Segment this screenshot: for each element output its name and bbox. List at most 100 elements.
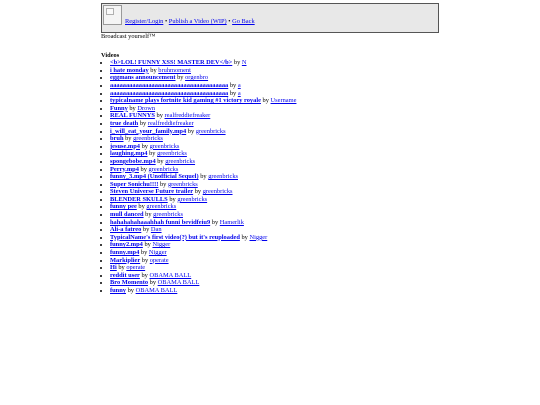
video-list-item: hahahahahaaahhah funni bevidfeiu9 by Ham…: [110, 219, 439, 227]
video-title-link[interactable]: aaaaaaaaaaaaaaaaaaaaaaaaaaaaaaaaaaaaa: [110, 82, 228, 89]
video-list-item: Funny by Drown: [110, 105, 439, 113]
video-title-link[interactable]: Hi: [110, 264, 117, 271]
video-title-link[interactable]: Funny: [110, 105, 128, 112]
video-author-link[interactable]: Nigger: [152, 241, 170, 248]
video-author-link[interactable]: greenbricks: [177, 196, 207, 203]
video-title-link[interactable]: Steven Universe Future trailer: [110, 188, 193, 195]
video-list-item: BLENDER SKULLS by greenbricks: [110, 196, 439, 204]
video-author-link[interactable]: orgenbro: [185, 74, 208, 81]
by-label: by: [139, 249, 149, 257]
video-list-item: aaaaaaaaaaaaaaaaaaaaaaaaaaaaaaaaaaaaa by…: [110, 90, 439, 98]
video-author-link[interactable]: Hamerlik: [220, 219, 244, 226]
video-title-link[interactable]: Super Sonichu!!!!: [110, 181, 158, 188]
video-author-link[interactable]: Nigger: [149, 249, 167, 256]
video-author-link[interactable]: OBAMA BALL: [149, 272, 191, 279]
video-author-link[interactable]: greenbricks: [146, 203, 176, 210]
video-title-link[interactable]: jesuse.mp4: [110, 143, 140, 150]
by-label: by: [193, 188, 203, 196]
video-title-link[interactable]: Perry.mp4: [110, 166, 139, 173]
video-list-item: <b>LOL! FUNNY XSS! MASTER DEV</b> by N: [110, 59, 439, 67]
video-author-link[interactable]: Dan: [151, 226, 162, 233]
video-author-link[interactable]: greenbricks: [150, 143, 180, 150]
video-author-link[interactable]: bruhmoment: [158, 67, 191, 74]
video-title-link[interactable]: TypicalName's first video(?) but it's re…: [110, 234, 240, 241]
by-label: by: [142, 241, 153, 249]
video-title-link[interactable]: Markiplier: [110, 257, 140, 264]
video-author-link[interactable]: greenbricks: [208, 173, 238, 180]
by-label: by: [158, 180, 168, 188]
by-label: by: [126, 287, 136, 294]
video-list-item: typicalname plays fortnite kid gaming #1…: [110, 97, 439, 105]
video-author-link[interactable]: realfreddiefreaker: [148, 120, 194, 127]
video-title-link[interactable]: i hate monday: [110, 67, 149, 74]
video-author-link[interactable]: greenbricks: [196, 128, 226, 135]
video-author-link[interactable]: realfreddiefreaker: [165, 112, 211, 119]
video-list-item: jesuse.mp4 by greenbricks: [110, 143, 439, 151]
video-title-link[interactable]: true death: [110, 120, 138, 127]
video-title-link[interactable]: REAL FUNNYS: [110, 112, 155, 119]
video-list-item: Markiplier by operate: [110, 257, 439, 265]
video-title-link[interactable]: BLENDER SKULLS: [110, 196, 168, 203]
video-author-link[interactable]: greenbricks: [203, 188, 233, 195]
video-title-link[interactable]: mull danced: [110, 211, 144, 218]
by-label: by: [138, 119, 148, 127]
video-title-link[interactable]: funny: [110, 287, 126, 294]
video-title-link[interactable]: Ali-a fatreo: [110, 226, 141, 233]
video-title-link[interactable]: reddit user: [110, 272, 140, 279]
video-author-link[interactable]: greenbricks: [168, 181, 198, 188]
by-label: by: [154, 112, 165, 120]
video-title-link[interactable]: funny.mp4: [110, 249, 139, 256]
video-list-item: funny.mp4 by Nigger: [110, 249, 439, 257]
video-list: <b>LOL! FUNNY XSS! MASTER DEV</b> by Ni …: [101, 59, 439, 294]
video-author-link[interactable]: OBAMA BALL: [158, 279, 200, 286]
top-nav: Register/Login • Publish a Video (WIP) •…: [125, 18, 255, 26]
video-title-link[interactable]: funny2.mp4: [110, 241, 143, 248]
video-author-link[interactable]: OBAMA BALL: [136, 287, 178, 294]
video-title-link[interactable]: <b>LOL! FUNNY XSS! MASTER DEV</b>: [110, 59, 232, 66]
by-label: by: [123, 135, 134, 143]
video-author-link[interactable]: greenbricks: [165, 158, 195, 165]
video-title-link[interactable]: bruh: [110, 135, 124, 142]
video-author-link[interactable]: a: [238, 90, 241, 97]
video-title-link[interactable]: eggmans announcement: [110, 74, 176, 81]
video-author-link[interactable]: operate: [150, 257, 169, 264]
video-author-link[interactable]: Nigger: [249, 234, 267, 241]
video-list-item: Ali-a fatreo by Dan: [110, 226, 439, 234]
video-title-link[interactable]: typicalname plays fortnite kid gaming #1…: [110, 97, 261, 104]
publish-video-link[interactable]: Publish a Video (WIP): [169, 18, 227, 25]
by-label: by: [260, 97, 271, 105]
video-list-item: funny by OBAMA BALL: [110, 287, 439, 295]
broken-image-icon: [103, 5, 122, 25]
video-title-link[interactable]: hahahahahaaahhah funni bevidfeiu9: [110, 219, 210, 226]
video-author-link[interactable]: operate: [126, 264, 145, 271]
site-header: Register/Login • Publish a Video (WIP) •…: [101, 3, 439, 33]
video-title-link[interactable]: spongebobe.mp4: [110, 158, 156, 165]
video-author-link[interactable]: greenbricks: [153, 211, 183, 218]
video-author-link[interactable]: greenbricks: [157, 150, 187, 157]
video-title-link[interactable]: laughing.mp4: [110, 150, 147, 157]
go-back-link[interactable]: Go Back: [232, 18, 255, 25]
video-author-link[interactable]: a: [238, 82, 241, 89]
video-author-link[interactable]: greenbricks: [133, 135, 163, 142]
video-list-item: Super Sonichu!!!! by greenbricks: [110, 181, 439, 189]
register-login-link[interactable]: Register/Login: [125, 18, 163, 25]
video-title-link[interactable]: aaaaaaaaaaaaaaaaaaaaaaaaaaaaaaaaaaaaa: [110, 90, 228, 97]
video-author-link[interactable]: greenbricks: [149, 166, 179, 173]
video-title-link[interactable]: Bro Momento: [110, 279, 148, 286]
video-list-item: TypicalName's first video(?) but it's re…: [110, 234, 439, 242]
video-list-item: i hate monday by bruhmoment: [110, 67, 439, 75]
video-title-link[interactable]: i_will_eat_your_family.mp4: [110, 128, 186, 135]
video-title-link[interactable]: funny pee: [110, 203, 137, 210]
by-label: by: [116, 264, 127, 272]
video-list-item: funny2.mp4 by Nigger: [110, 241, 439, 249]
video-list-item: REAL FUNNYS by realfreddiefreaker: [110, 112, 439, 120]
video-author-link[interactable]: N: [242, 59, 247, 66]
video-list-item: eggmans announcement by orgenbro: [110, 74, 439, 82]
video-list-item: true death by realfreddiefreaker: [110, 120, 439, 128]
video-list-item: funny_3.mp4 (Unofficial Sequel) by green…: [110, 173, 439, 181]
video-list-item: Steven Universe Future trailer by greenb…: [110, 188, 439, 196]
video-author-link[interactable]: Drown: [137, 105, 155, 112]
video-title-link[interactable]: funny_3.mp4 (Unofficial Sequel): [110, 173, 199, 180]
video-author-link[interactable]: Username: [271, 97, 297, 104]
by-label: by: [232, 59, 242, 67]
